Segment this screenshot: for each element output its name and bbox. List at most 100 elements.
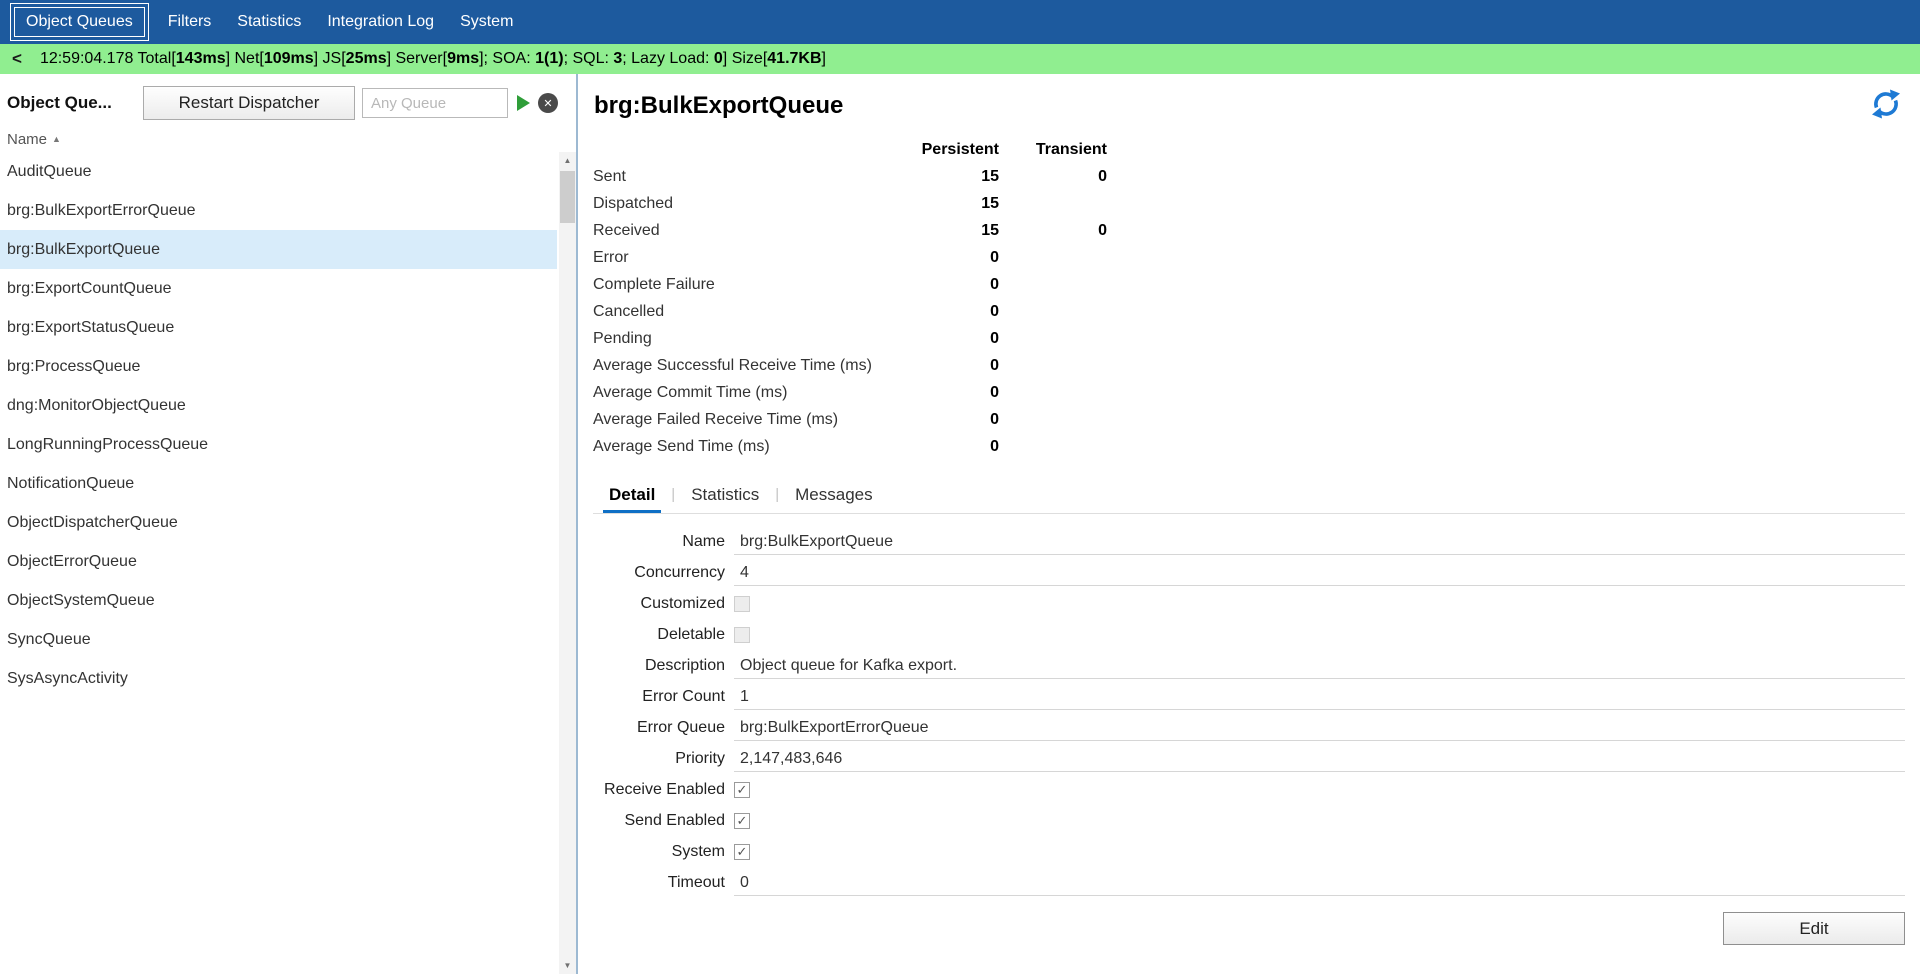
form-actions: Edit <box>593 912 1905 945</box>
edit-button[interactable]: Edit <box>1723 912 1905 945</box>
back-arrow-icon[interactable]: < <box>0 49 40 69</box>
status-text: 12:59:04.178 Total[143ms] Net[109ms] JS[… <box>40 50 826 68</box>
restart-dispatcher-button[interactable]: Restart Dispatcher <box>143 86 355 120</box>
field-label-customized: Customized <box>593 595 725 613</box>
stat-row-label: Average Successful Receive Time (ms) <box>593 352 911 379</box>
field-label-timeout: Timeout <box>593 874 725 892</box>
queue-list-item[interactable]: NotificationQueue <box>0 464 557 503</box>
tab-statistics[interactable]: Statistics <box>685 480 765 513</box>
status-segment: 3 <box>613 50 622 67</box>
customized-checkbox <box>734 596 750 612</box>
stat-row-label: Error <box>593 244 911 271</box>
queue-list-item[interactable]: SysAsyncActivity <box>0 659 557 698</box>
stat-transient-value <box>999 190 1107 217</box>
stat-transient-value <box>999 352 1107 379</box>
panel-title: Object Que... <box>7 93 143 113</box>
nav-item-system[interactable]: System <box>447 7 526 37</box>
stats-column-transient: Transient <box>999 136 1107 163</box>
description-field[interactable]: Object queue for Kafka export. <box>734 653 1905 679</box>
field-label-error-count: Error Count <box>593 688 725 706</box>
stat-persistent-value: 0 <box>911 298 999 325</box>
scroll-down-icon[interactable]: ▼ <box>559 957 576 974</box>
queue-list-item[interactable]: ObjectDispatcherQueue <box>0 503 557 542</box>
field-label-receive-enabled: Receive Enabled <box>593 781 725 799</box>
tab-detail[interactable]: Detail <box>603 480 661 513</box>
stat-transient-value: 0 <box>999 217 1107 244</box>
scroll-up-icon[interactable]: ▲ <box>559 152 576 169</box>
queue-list-item[interactable]: brg:ExportStatusQueue <box>0 308 557 347</box>
queue-list-item[interactable]: dng:MonitorObjectQueue <box>0 386 557 425</box>
stat-persistent-value: 0 <box>911 244 999 271</box>
error-queue-field[interactable]: brg:BulkExportErrorQueue <box>734 715 1905 741</box>
stat-persistent-value: 0 <box>911 271 999 298</box>
queue-list-item[interactable]: SyncQueue <box>0 620 557 659</box>
form-row: System✓ <box>593 836 1905 867</box>
run-filter-icon[interactable] <box>517 95 530 111</box>
status-segment: 1(1) <box>535 50 563 67</box>
system-checkbox[interactable]: ✓ <box>734 844 750 860</box>
stat-row-label: Pending <box>593 325 911 352</box>
stats-corner-cell <box>593 136 911 163</box>
field-label-description: Description <box>593 657 725 675</box>
status-segment: 143ms <box>176 50 226 67</box>
clear-filter-icon[interactable]: ✕ <box>538 93 558 113</box>
name-field[interactable]: brg:BulkExportQueue <box>734 529 1905 555</box>
queue-panel: Object Que... Restart Dispatcher ✕ Name … <box>0 74 578 974</box>
error-count-field[interactable]: 1 <box>734 684 1905 710</box>
status-segment: ] Net[ <box>226 50 264 67</box>
status-segment: 12:59:04.178 Total[ <box>40 50 176 67</box>
refresh-icon[interactable] <box>1870 88 1902 120</box>
form-row: Namebrg:BulkExportQueue <box>593 526 1905 557</box>
queue-list-item[interactable]: ObjectErrorQueue <box>0 542 557 581</box>
tab-messages[interactable]: Messages <box>789 480 878 513</box>
detail-panel: brg:BulkExportQueue Persistent Transient… <box>578 74 1920 974</box>
queue-list-item[interactable]: brg:BulkExportErrorQueue <box>0 191 557 230</box>
form-row: Timeout 0 <box>593 867 1905 898</box>
queue-list-item[interactable]: brg:ExportCountQueue <box>0 269 557 308</box>
stat-persistent-value: 0 <box>911 406 999 433</box>
status-segment: 9ms <box>447 50 479 67</box>
queue-list-item[interactable]: LongRunningProcessQueue <box>0 425 557 464</box>
nav-item-integration-log[interactable]: Integration Log <box>314 7 447 37</box>
priority-field[interactable]: 2,147,483,646 <box>734 746 1905 772</box>
status-segment: 41.7KB <box>767 50 821 67</box>
column-header-name[interactable]: Name ▲ <box>0 126 576 152</box>
form-row: Deletable <box>593 619 1905 650</box>
status-segment: ] Server[ <box>387 50 447 67</box>
stat-transient-value <box>999 298 1107 325</box>
queue-search-input[interactable] <box>362 88 508 118</box>
nav-item-statistics[interactable]: Statistics <box>224 7 314 37</box>
stat-transient-value <box>999 271 1107 298</box>
detail-form: Namebrg:BulkExportQueue Concurrency 4 Custo… <box>593 526 1905 898</box>
form-row: Error Count 1 <box>593 681 1905 712</box>
stat-row-label: Average Send Time (ms) <box>593 433 911 460</box>
status-segment: 0 <box>714 50 723 67</box>
nav-item-object-queues[interactable]: Object Queues <box>14 7 145 37</box>
concurrency-field[interactable]: 4 <box>734 560 1905 586</box>
field-label-deletable: Deletable <box>593 626 725 644</box>
stat-row-label: Sent <box>593 163 911 190</box>
status-segment: ]; SOA: <box>479 50 535 67</box>
queue-list: AuditQueuebrg:BulkExportErrorQueuebrg:Bu… <box>0 152 557 698</box>
queue-list-item[interactable]: brg:BulkExportQueue <box>0 230 557 269</box>
stat-row-label: Dispatched <box>593 190 911 217</box>
timeout-field[interactable]: 0 <box>734 870 1905 896</box>
queue-list-item[interactable]: brg:ProcessQueue <box>0 347 557 386</box>
field-label-concurrency: Concurrency <box>593 564 725 582</box>
stat-transient-value: 0 <box>999 163 1107 190</box>
stat-transient-value <box>999 433 1107 460</box>
column-header-label: Name <box>7 131 47 148</box>
stat-transient-value <box>999 406 1107 433</box>
tab-separator: | <box>671 480 675 513</box>
nav-item-filters[interactable]: Filters <box>155 7 225 37</box>
scrollbar-thumb[interactable] <box>560 171 575 223</box>
receive-enabled-checkbox[interactable]: ✓ <box>734 782 750 798</box>
status-segment: ] Size[ <box>723 50 767 67</box>
form-row: Concurrency 4 <box>593 557 1905 588</box>
send-enabled-checkbox[interactable]: ✓ <box>734 813 750 829</box>
queue-list-scrollbar[interactable]: ▲ ▼ <box>559 152 576 974</box>
form-row: Error Queuebrg:BulkExportErrorQueue <box>593 712 1905 743</box>
queue-list-item[interactable]: ObjectSystemQueue <box>0 581 557 620</box>
content-area: Object Que... Restart Dispatcher ✕ Name … <box>0 74 1920 974</box>
queue-list-item[interactable]: AuditQueue <box>0 152 557 191</box>
